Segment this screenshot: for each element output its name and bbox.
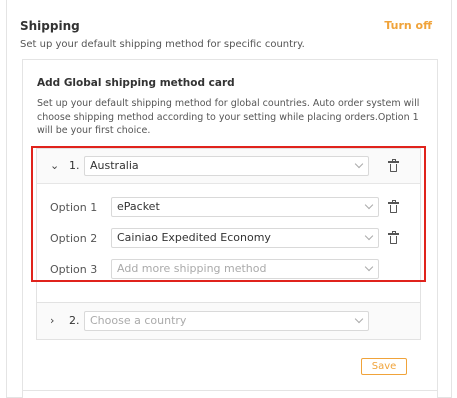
caret-down-icon [364,231,374,241]
trash-icon[interactable] [388,200,399,213]
caret-down-icon [364,262,374,272]
chevron-down-icon[interactable]: ⌄ [50,159,59,172]
option-3-select[interactable]: Add more shipping method [111,259,379,279]
country-select-placeholder: Choose a country [90,314,187,327]
caret-down-icon [364,200,374,210]
caret-down-icon [354,159,364,169]
option-2-select[interactable]: Cainiao Expedited Economy [111,228,379,248]
card-title: Add Global shipping method card [37,77,235,89]
option-2-value: Cainiao Expedited Economy [117,231,271,244]
option-3-label: Option 3 [50,263,98,276]
section-description: Set up your default shipping method for … [20,39,305,50]
option-2-label: Option 2 [50,232,98,245]
country-index: 2. [69,314,80,327]
country-select[interactable]: Australia [84,156,369,176]
caret-down-icon [354,314,364,324]
country-row-2: › 2. Choose a country [36,303,421,340]
section-title: Shipping [20,19,80,33]
country-index: 1. [69,159,80,172]
option-1-value: ePacket [117,200,160,213]
divider [22,390,438,391]
option-1-select[interactable]: ePacket [111,197,379,217]
chevron-right-icon[interactable]: › [50,314,54,327]
country-select[interactable]: Choose a country [84,311,369,331]
option-3-placeholder: Add more shipping method [117,262,267,275]
country-row-1-header: ⌄ 1. Australia [37,149,420,184]
country-row-1: ⌄ 1. Australia Option 1 ePacket Option 2… [36,148,421,303]
save-button[interactable]: Save [361,358,407,375]
trash-icon[interactable] [388,159,399,172]
turn-off-link[interactable]: Turn off [384,19,432,32]
trash-icon[interactable] [388,231,399,244]
country-select-value: Australia [90,159,139,172]
card-description: Set up your default shipping method for … [37,98,420,136]
option-1-label: Option 1 [50,201,98,214]
